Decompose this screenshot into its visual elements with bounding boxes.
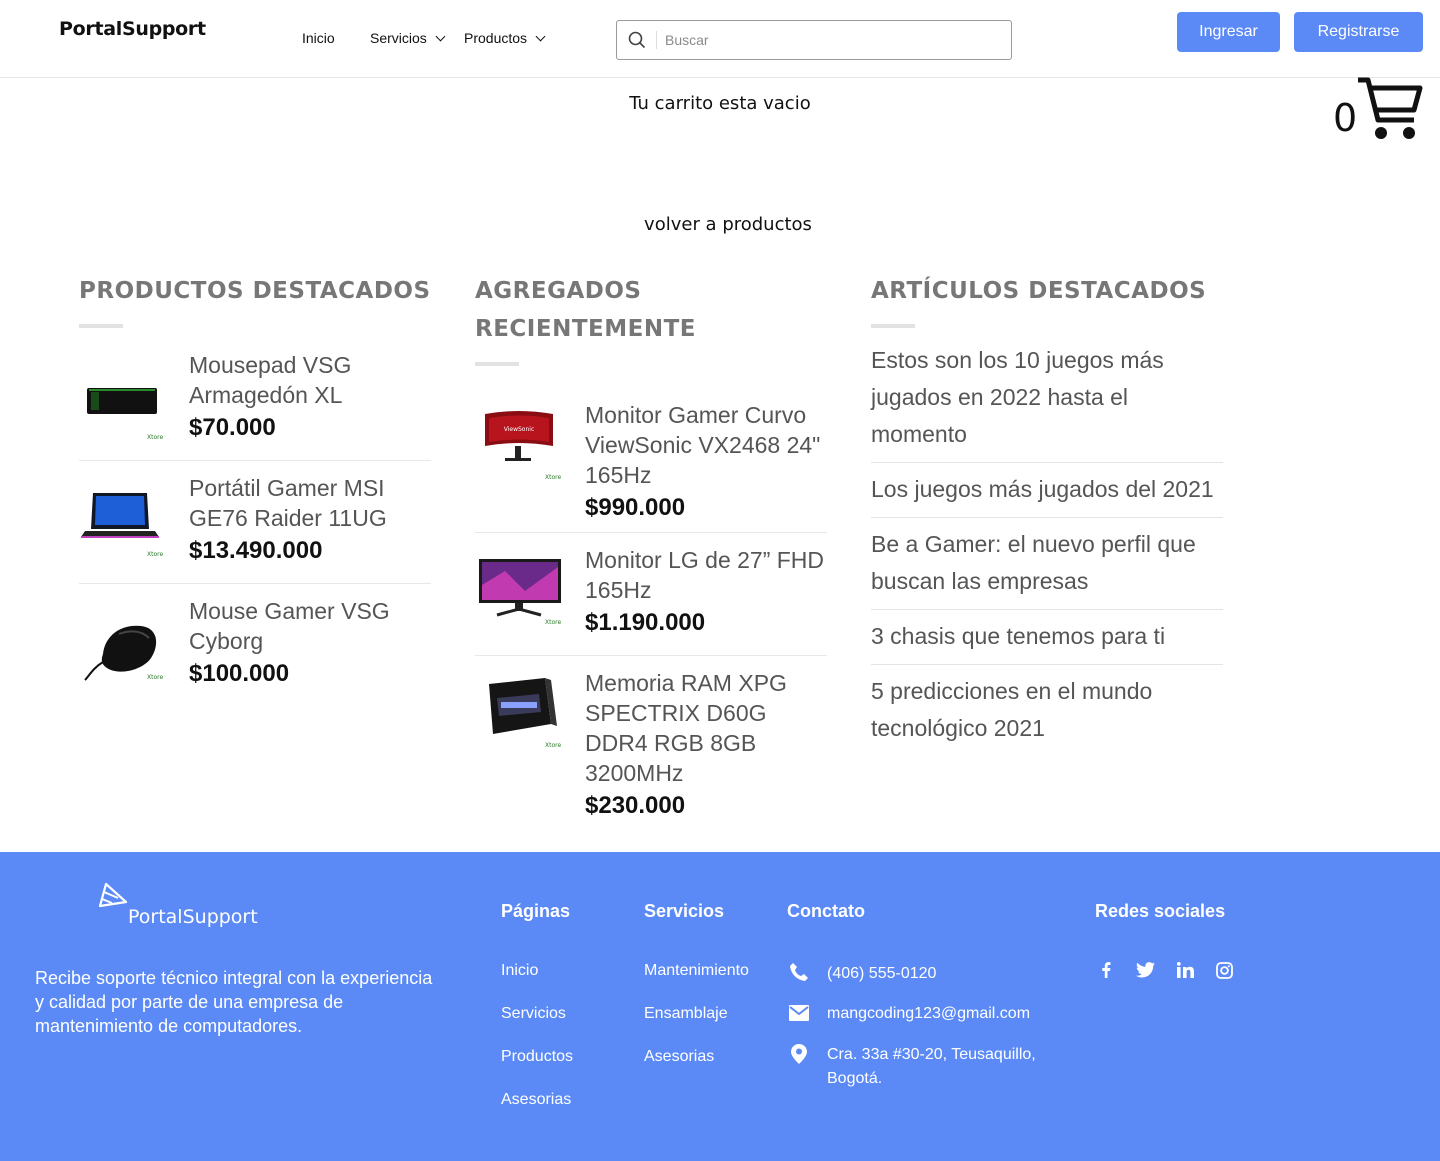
mousepad-image[interactable]: Xtore [79, 350, 189, 450]
laptop-image[interactable]: Xtore [79, 473, 189, 573]
nav-productos-label: Productos [464, 30, 528, 46]
instagram-icon[interactable] [1216, 962, 1233, 984]
featured-products-title: PRODUCTOS DESTACADOS [79, 278, 431, 304]
footer-link-productos[interactable]: Productos [501, 1048, 573, 1066]
footer-link-mantenimiento[interactable]: Mantenimiento [644, 962, 749, 980]
svg-text:ViewSonic: ViewSonic [504, 426, 535, 433]
article-link[interactable]: Estos son los 10 juegos más jugados en 2… [871, 342, 1223, 463]
logo-mark-icon [98, 882, 128, 913]
search-input[interactable] [665, 32, 985, 48]
article-link[interactable]: 5 predicciones en el mundo tecnológico 2… [871, 665, 1223, 756]
footer-link-inicio[interactable]: Inicio [501, 962, 538, 980]
site-logo[interactable]: PortalSupport [59, 18, 206, 40]
footer-phone[interactable]: (406) 555-0120 [827, 962, 936, 986]
linkedin-icon[interactable] [1176, 962, 1194, 983]
product-price: $13.490.000 [189, 537, 323, 564]
location-pin-icon [791, 1044, 807, 1069]
recent-products-column: AGREGADOS RECIENTEMENTE ViewSonic Xtore … [475, 272, 827, 830]
nav-servicios[interactable]: Servicios [370, 30, 446, 46]
monitor-curved-image[interactable]: ViewSonic Xtore [475, 400, 585, 500]
nav-servicios-label: Servicios [370, 30, 427, 46]
article-link[interactable]: 3 chasis que tenemos para ti [871, 610, 1223, 665]
brand-mark: Xtore [545, 474, 562, 481]
product-item[interactable]: Xtore Memoria RAM XPG SPECTRIX D60G DDR4… [475, 656, 827, 830]
footer-logo[interactable]: PortalSupport [128, 906, 258, 928]
site-header: PortalSupport Inicio Servicios Productos… [0, 0, 1440, 78]
product-name[interactable]: Mouse Gamer VSG Cyborg [189, 596, 431, 656]
footer-link-asesorias[interactable]: Asesorias [501, 1091, 571, 1109]
brand-mark: Xtore [147, 551, 164, 558]
title-divider [79, 324, 123, 328]
product-price: $990.000 [585, 494, 686, 521]
product-name[interactable]: Memoria RAM XPG SPECTRIX D60G DDR4 RGB 8… [585, 668, 827, 788]
nav-productos[interactable]: Productos [464, 30, 546, 46]
article-link[interactable]: Los juegos más jugados del 2021 [871, 463, 1223, 518]
twitter-icon[interactable] [1136, 962, 1155, 983]
footer-description: Recibe soporte técnico integral con la e… [35, 968, 433, 1036]
cart-empty-message: Tu carrito esta vacio [629, 93, 811, 114]
product-name[interactable]: Monitor LG de 27” FHD 165Hz [585, 545, 827, 605]
product-name[interactable]: Monitor Gamer Curvo ViewSonic VX2468 24"… [585, 400, 827, 490]
product-item[interactable]: Xtore Monitor LG de 27” FHD 165Hz $1.190… [475, 533, 827, 656]
footer-email[interactable]: mangcoding123@gmail.com [827, 1002, 1030, 1026]
nav-inicio-label: Inicio [302, 30, 335, 46]
product-item[interactable]: Xtore Mouse Gamer VSG Cyborg $100.000 [79, 584, 431, 706]
footer-address: Cra. 33a #30-20, Teusaquillo, Bogotá. [827, 1046, 1036, 1087]
title-divider [871, 324, 915, 328]
featured-products-column: PRODUCTOS DESTACADOS Xtore Mousepad VSG … [79, 272, 431, 706]
footer-link-ensamblaje[interactable]: Ensamblaje [644, 1005, 728, 1023]
brand-mark: Xtore [147, 674, 164, 681]
login-button[interactable]: Ingresar [1177, 12, 1280, 52]
search-icon[interactable] [617, 31, 657, 49]
phone-icon [789, 962, 809, 987]
ram-box-image[interactable]: Xtore [475, 668, 585, 768]
title-divider [475, 362, 519, 366]
product-price: $1.190.000 [585, 609, 706, 636]
email-icon [789, 1005, 809, 1026]
featured-articles-title: ARTÍCULOS DESTACADOS [871, 278, 1207, 304]
product-price: $230.000 [585, 792, 686, 819]
cart-icon[interactable] [1356, 76, 1426, 149]
brand-mark: Xtore [545, 742, 562, 749]
site-footer: PortalSupport Recibe soporte técnico int… [0, 852, 1440, 1161]
footer-contact-title: Conctato [787, 901, 865, 921]
register-button[interactable]: Registrarse [1294, 12, 1423, 52]
product-name[interactable]: Portátil Gamer MSI GE76 Raider 11UG [189, 473, 431, 533]
product-price: $100.000 [189, 660, 290, 687]
footer-link-asesorias-service[interactable]: Asesorias [644, 1048, 714, 1066]
footer-link-servicios[interactable]: Servicios [501, 1005, 566, 1023]
brand-mark: Xtore [545, 619, 562, 626]
cart-count: 0 [1333, 96, 1358, 140]
mouse-image[interactable]: Xtore [79, 596, 189, 696]
chevron-down-icon [435, 31, 446, 42]
product-name[interactable]: Mousepad VSG Armagedón XL [189, 350, 431, 410]
brand-mark: Xtore [147, 434, 164, 441]
product-item[interactable]: ViewSonic Xtore Monitor Gamer Curvo View… [475, 388, 827, 533]
search-box [616, 20, 1012, 60]
footer-pages-title: Páginas [501, 901, 571, 921]
product-item[interactable]: Xtore Mousepad VSG Armagedón XL $70.000 [79, 338, 431, 461]
footer-services-title: Servicios [644, 901, 725, 921]
featured-articles-column: ARTÍCULOS DESTACADOS Estos son los 10 ju… [871, 272, 1223, 756]
product-price: $70.000 [189, 414, 276, 441]
footer-social-title: Redes sociales [1095, 901, 1226, 921]
facebook-icon[interactable] [1101, 962, 1111, 983]
article-link[interactable]: Be a Gamer: el nuevo perfil que buscan l… [871, 518, 1223, 610]
chevron-down-icon [535, 31, 546, 42]
back-to-products-link[interactable]: volver a productos [0, 214, 1440, 235]
recent-products-title: AGREGADOS RECIENTEMENTE [475, 278, 696, 342]
nav-inicio[interactable]: Inicio [302, 30, 335, 46]
monitor-lg-image[interactable]: Xtore [475, 545, 585, 645]
product-item[interactable]: Xtore Portátil Gamer MSI GE76 Raider 11U… [79, 461, 431, 584]
